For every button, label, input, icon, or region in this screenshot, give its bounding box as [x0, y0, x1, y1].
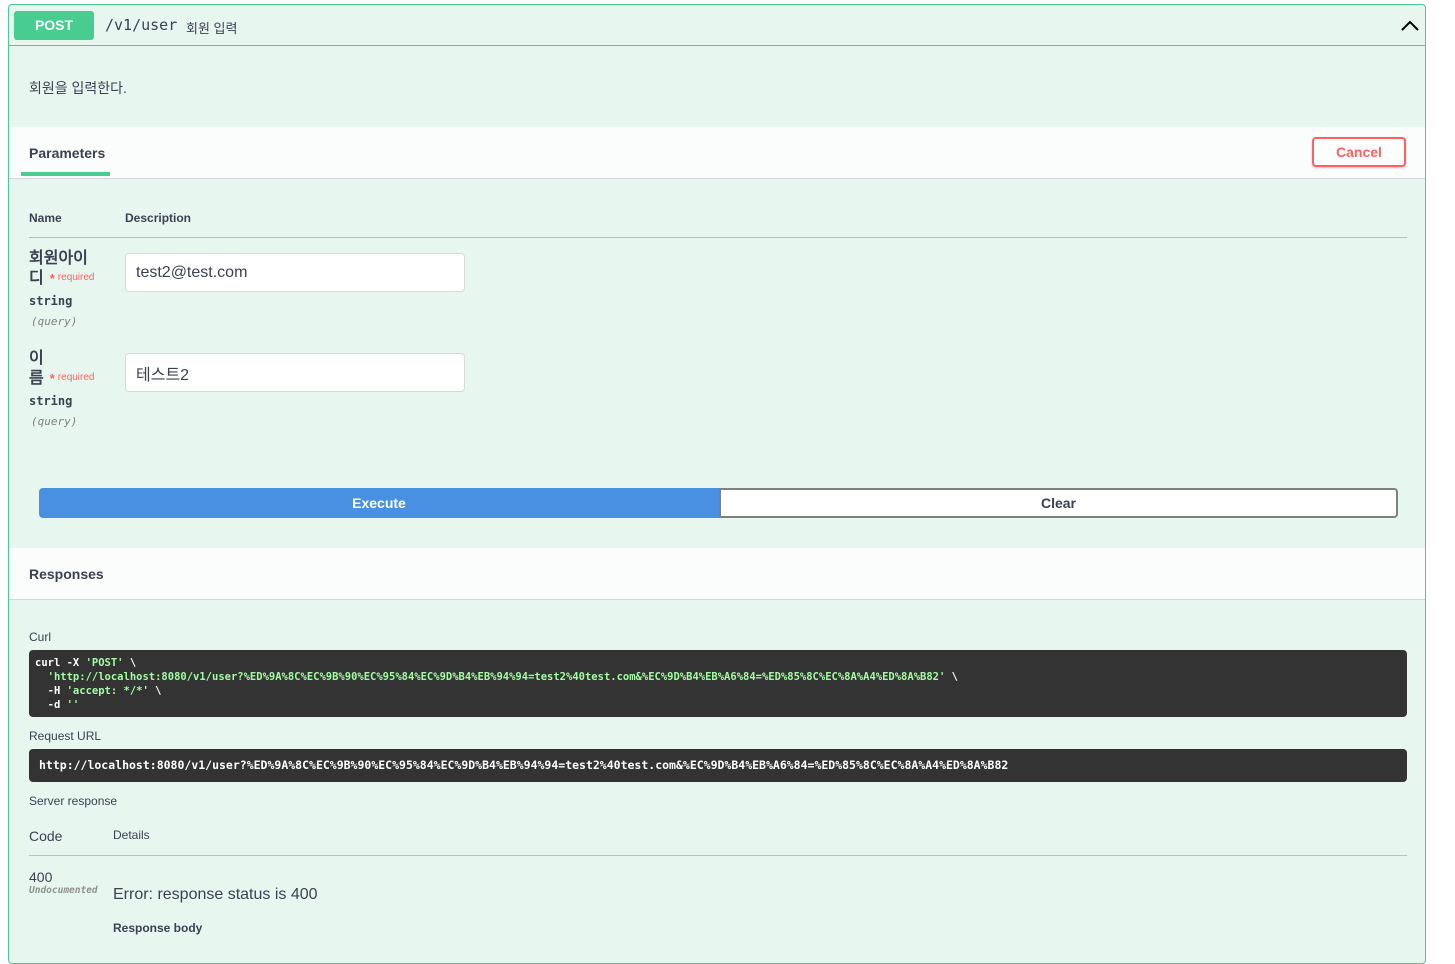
param-name-text: 이	[29, 350, 44, 367]
param-name-text: 름	[29, 370, 44, 387]
response-error-text: Error: response status is 400	[113, 886, 318, 903]
copy-to-clipboard-icon[interactable]	[1379, 694, 1397, 712]
curl-text: -H	[35, 685, 67, 697]
curl-text: \	[123, 657, 137, 669]
clear-button[interactable]: Clear	[719, 488, 1398, 518]
required-label: required	[57, 372, 95, 383]
curl-string: 'http://localhost:8080/v1/user?%ED%9A%8C…	[35, 671, 946, 683]
table-divider	[29, 855, 1407, 856]
operation-description: 회원을 입력한다.	[29, 80, 127, 96]
tab-parameters[interactable]: Parameters	[29, 145, 105, 161]
method-badge: POST	[14, 11, 94, 40]
response-code: 400	[29, 869, 53, 885]
cancel-button[interactable]: Cancel	[1312, 137, 1406, 167]
curl-text: \	[945, 671, 958, 683]
param-name-name: 이 름 * required	[29, 349, 95, 391]
param-name-text: 회원아이	[29, 250, 88, 267]
curl-string: 'accept: */*'	[66, 685, 149, 697]
required-star: *	[49, 371, 55, 386]
param-type: string	[29, 394, 73, 408]
curl-string: ''	[66, 699, 80, 711]
required-star: *	[49, 271, 55, 286]
curl-code-block[interactable]: curl -X 'POST' \ 'http://localhost:8080/…	[29, 650, 1407, 717]
request-url-label: Request URL	[29, 729, 102, 743]
server-response-label: Server response	[29, 794, 118, 808]
column-code-header: Code	[29, 828, 63, 844]
column-details-header: Details	[113, 828, 150, 842]
responses-title: Responses	[29, 566, 104, 582]
execute-button[interactable]: Execute	[39, 488, 719, 518]
param-name-text: 디	[29, 270, 44, 287]
chevron-up-icon[interactable]	[1397, 14, 1423, 38]
column-name-header: Name	[29, 211, 62, 225]
param-location: (query)	[31, 415, 78, 428]
curl-text: -d	[35, 699, 67, 711]
param-location: (query)	[31, 315, 78, 328]
required-label: required	[57, 272, 95, 283]
curl-string: 'POST'	[85, 657, 124, 669]
curl-text: curl -X	[35, 657, 86, 669]
operation-path: /v1/user	[105, 16, 178, 34]
operation-summary-text: 회원 입력	[186, 21, 238, 36]
tab-active-indicator	[21, 172, 110, 176]
param-name-member-id: 회원아이 디 * required	[29, 249, 95, 291]
name-input[interactable]	[125, 353, 465, 392]
responses-header: Responses	[9, 548, 1425, 600]
request-url-box[interactable]: http://localhost:8080/v1/user?%ED%9A%8C%…	[29, 749, 1407, 782]
table-divider	[29, 237, 1407, 238]
parameters-header: Parameters Cancel	[9, 127, 1425, 179]
param-type: string	[29, 294, 73, 308]
member-id-input[interactable]	[125, 253, 465, 292]
operation-summary[interactable]: POST /v1/user 회원 입력	[9, 5, 1425, 46]
operation-block: POST /v1/user 회원 입력 회원을 입력한다. Parameters…	[8, 4, 1426, 964]
undocumented-label: Undocumented	[29, 885, 98, 896]
curl-label: Curl	[29, 630, 52, 644]
column-description-header: Description	[125, 211, 192, 225]
response-body-label: Response body	[113, 921, 203, 935]
curl-text: \	[148, 685, 162, 697]
